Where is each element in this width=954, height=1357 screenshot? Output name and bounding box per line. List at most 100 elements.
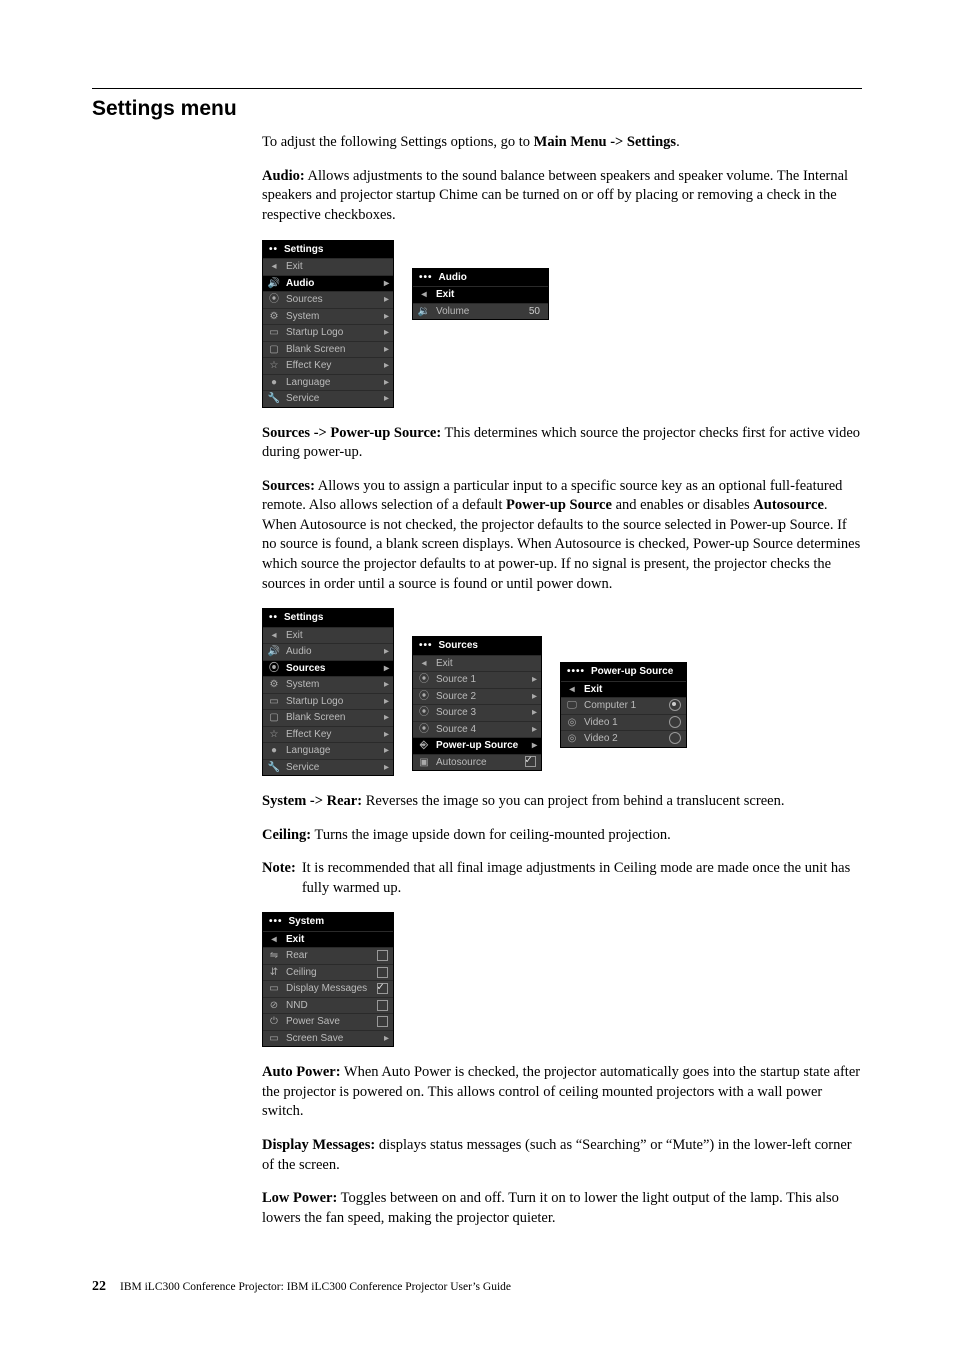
submenu-arrow-icon: ▸ [527,706,537,720]
radio-video-1[interactable] [668,716,682,730]
service-icon: 🔧 [267,393,281,405]
radio-video-2[interactable] [668,732,682,746]
audio-menu-title: •••Audio [413,269,548,287]
menu-item-startup-logo[interactable]: ▭Startup Logo▸ [263,324,393,341]
submenu-arrow-icon: ▸ [379,711,389,725]
rear-icon: ⇋ [267,950,281,962]
sources-exit[interactable]: ◂Exit [413,655,541,672]
back-arrow-icon: ◂ [267,261,281,273]
page-title: Settings menu [92,95,862,123]
system-power-save[interactable]: ⏻Power Save [263,1013,393,1030]
menu-item-sources[interactable]: ⦿Sources▸ [263,660,393,677]
page-footer: 22 IBM iLC300 Conference Projector: IBM … [92,1278,862,1297]
input-icon: ⦿ [417,690,431,702]
system-exit[interactable]: ◂Exit [263,931,393,948]
intro-paragraph: To adjust the following Settings options… [262,133,862,153]
audio-text: Allows adjustments to the sound balance … [262,168,848,223]
submenu-arrow-icon: ▸ [379,728,389,742]
sources-autosource[interactable]: ▣Autosource [413,754,541,771]
system-nnd[interactable]: ⊘NND [263,997,393,1014]
sources-lead: Sources: [262,478,315,494]
system-menu-title-text: System [289,915,325,929]
settings-menu-1-title: ••Settings [263,241,393,259]
sources-menu: •••Sources ◂Exit ⦿Source 1▸ ⦿Source 2▸ ⦿… [412,636,542,771]
submenu-arrow-icon: ▸ [379,744,389,758]
menu-item-blank-screen[interactable]: ▢Blank Screen▸ [263,709,393,726]
menu-item-startup-logo[interactable]: ▭Startup Logo▸ [263,693,393,710]
submenu-arrow-icon: ▸ [379,277,389,291]
powersave-checkbox[interactable] [375,1015,389,1029]
submenu-arrow-icon: ▸ [379,662,389,676]
blank-screen-icon: ▢ [267,712,281,724]
system-menu: •••System ◂Exit ⇋Rear ⇵Ceiling ▭Display … [262,912,394,1047]
breadcrumb-dots-icon: ••• [419,271,433,285]
menu-item-language[interactable]: ●Language▸ [263,742,393,759]
menu-item-system[interactable]: ⚙System▸ [263,308,393,325]
submenu-arrow-icon: ▸ [379,761,389,775]
auto-power-lead: Auto Power: [262,1064,341,1080]
auto-power-text: When Auto Power is checked, the projecto… [262,1064,860,1119]
audio-lead: Audio: [262,168,305,184]
footer-text: IBM iLC300 Conference Projector: IBM iLC… [120,1280,511,1296]
system-rear[interactable]: ⇋Rear [263,947,393,964]
audio-volume-row[interactable]: 🔉Volume50 [413,303,548,320]
messages-icon: ▭ [267,983,281,995]
ceiling-checkbox[interactable] [375,966,389,980]
powerup-submenu-block: ••••Power-up Source ◂Exit 🖵Computer 1 ◎V… [560,662,687,748]
system-ceiling[interactable]: ⇵Ceiling [263,964,393,981]
menu-item-effect-key[interactable]: ☆Effect Key▸ [263,357,393,374]
displaymsg-checkbox[interactable] [375,982,389,996]
sources-menu-title-text: Sources [439,639,478,653]
sources-b2: Autosource [753,497,824,513]
submenu-arrow-icon: ▸ [379,1032,389,1046]
menu-item-exit[interactable]: ◂Exit [263,627,393,644]
menu-item-system[interactable]: ⚙System▸ [263,676,393,693]
video-icon: ◎ [565,716,579,728]
language-icon: ● [267,376,281,388]
system-screen-save[interactable]: ▭Screen Save▸ [263,1030,393,1047]
sources-source-4[interactable]: ⦿Source 4▸ [413,721,541,738]
low-power-text: Toggles between on and off. Turn it on t… [262,1190,839,1226]
powerup-exit[interactable]: ◂Exit [561,681,686,698]
nnd-checkbox[interactable] [375,999,389,1013]
rear-checkbox[interactable] [375,949,389,963]
display-messages-paragraph: Display Messages: displays status messag… [262,1136,862,1175]
powerup-icon: ⎆ [417,740,431,752]
intro-text-1: To adjust the following Settings options… [262,134,534,150]
powerup-option-video-1[interactable]: ◎Video 1 [561,714,686,731]
menu-item-language[interactable]: ●Language▸ [263,374,393,391]
menu-item-service[interactable]: 🔧Service▸ [263,759,393,776]
audio-exit[interactable]: ◂Exit [413,286,548,303]
menu-item-service[interactable]: 🔧Service▸ [263,390,393,407]
ceiling-text: Turns the image upside down for ceiling-… [311,827,671,843]
ceiling-lead: Ceiling: [262,827,311,843]
low-power-paragraph: Low Power: Toggles between on and off. T… [262,1189,862,1228]
system-menu-title: •••System [263,913,393,931]
submenu-arrow-icon: ▸ [527,690,537,704]
note-text: It is recommended that all final image a… [302,859,862,898]
menu-item-audio[interactable]: 🔊Audio▸ [263,275,393,292]
sources-source-3[interactable]: ⦿Source 3▸ [413,704,541,721]
back-arrow-icon: ◂ [267,629,281,641]
menu-item-exit[interactable]: ◂Exit [263,258,393,275]
submenu-arrow-icon: ▸ [379,310,389,324]
effect-icon: ☆ [267,360,281,372]
menu-item-blank-screen[interactable]: ▢Blank Screen▸ [263,341,393,358]
submenu-arrow-icon: ▸ [527,673,537,687]
menu-item-effect-key[interactable]: ☆Effect Key▸ [263,726,393,743]
sources-powerup[interactable]: ⎆Power-up Source▸ [413,737,541,754]
settings-menu-2-title-text: Settings [284,611,323,625]
intro-bold: Main Menu -> Settings [534,134,676,150]
powerup-option-computer-1[interactable]: 🖵Computer 1 [561,697,686,714]
powerup-menu-title: ••••Power-up Source [561,663,686,681]
menu-item-sources[interactable]: ⦿Sources▸ [263,291,393,308]
autosource-checkbox[interactable] [523,756,537,770]
system-display-messages[interactable]: ▭Display Messages [263,980,393,997]
sources-source-2[interactable]: ⦿Source 2▸ [413,688,541,705]
sources-source-1[interactable]: ⦿Source 1▸ [413,671,541,688]
powerup-option-video-2[interactable]: ◎Video 2 [561,730,686,747]
logo-icon: ▭ [267,327,281,339]
radio-computer-1[interactable] [668,699,682,713]
menu-item-audio[interactable]: 🔊Audio▸ [263,643,393,660]
note-lead: Note: [262,859,296,898]
